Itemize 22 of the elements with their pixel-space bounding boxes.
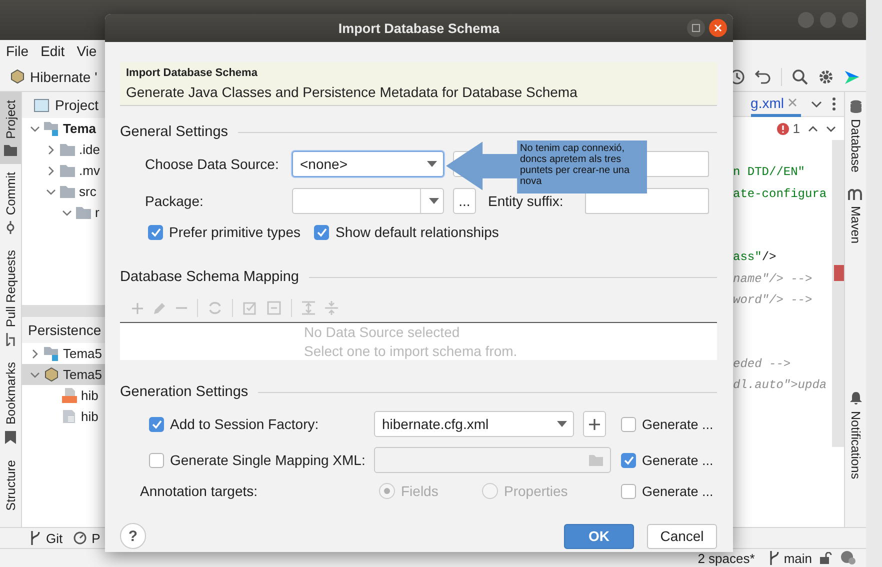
code-line: ass"/> <box>733 249 778 266</box>
panel-title: Project <box>55 97 99 113</box>
field-label: Package: <box>145 193 204 209</box>
field-label: Choose Data Source: <box>145 156 280 172</box>
panel-title: Persistence <box>28 322 102 338</box>
code-line: name"/> --> <box>733 270 814 288</box>
section-title: Generation Settings <box>120 384 248 400</box>
code-line: dl.auto">upda <box>733 377 828 394</box>
error-count: 1 <box>792 121 800 136</box>
code-line: eded --> <box>733 356 792 372</box>
section-title: General Settings <box>120 124 228 140</box>
field-label: Entity suffix: <box>488 193 564 209</box>
code-line: n DTD//EN" <box>733 164 806 181</box>
empty-message: No Data Source selected <box>304 322 461 342</box>
field-label: Annotation targets: <box>140 483 259 499</box>
code-line: word"/> --> <box>733 292 814 309</box>
header-subtitle: Generate Java Classes and Persistence Metadata for Database Schema <box>126 84 578 100</box>
section-title: Database Schema Mapping <box>120 269 299 285</box>
code-line: ate-configura <box>733 186 828 202</box>
dialog-title: Import Database Schema <box>338 20 500 36</box>
empty-message: Select one to import schema from. <box>304 342 518 360</box>
header-title: Import Database Schema <box>126 67 258 79</box>
